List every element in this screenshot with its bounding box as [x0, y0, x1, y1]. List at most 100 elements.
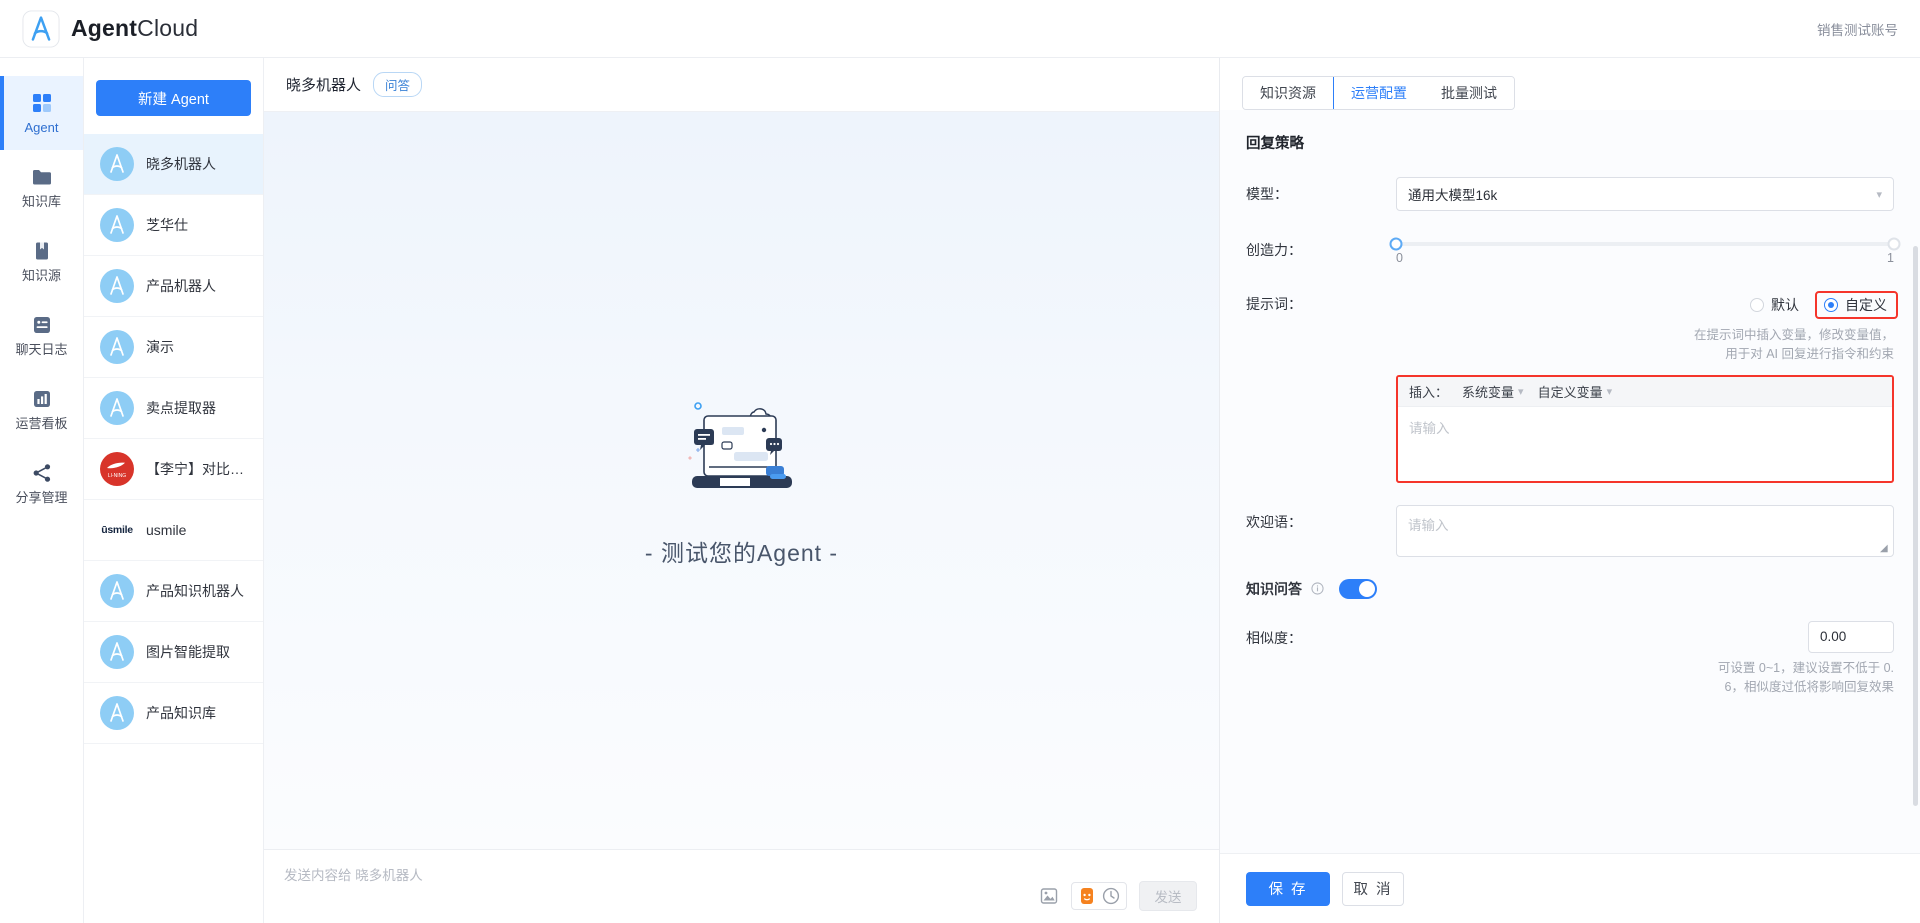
- folder-icon: [32, 170, 51, 185]
- chat-toolbar: 发送: [1039, 881, 1197, 911]
- sticker-icon[interactable]: [1101, 886, 1121, 906]
- chevron-down-icon: ▾: [1876, 188, 1882, 201]
- list-item-label: 产品知识库: [146, 705, 216, 721]
- form-row-knowledge-qa: 知识问答: [1246, 578, 1894, 599]
- bar-chart-icon: [33, 391, 50, 407]
- usmile-logo-text: ūsmile: [101, 524, 133, 536]
- prompt-editor-control: 插入： 系统变量 ▾ 自定义变量 ▾ 请输入: [1396, 374, 1894, 483]
- send-button[interactable]: 发送: [1139, 881, 1197, 911]
- list-item[interactable]: 演示: [84, 317, 263, 378]
- radio-label-default: 默认: [1771, 297, 1799, 313]
- label-prompt: 提示词：: [1246, 296, 1302, 312]
- similarity-hint-control: 可设置 0~1，建议设置不低于 0. 6，相似度过低将影响回复效果: [1396, 659, 1894, 698]
- brand[interactable]: AgentCloud: [22, 9, 199, 48]
- nav-rail: Agent 知识库 知识源 聊天日志 运营看板 分享管理: [0, 58, 84, 923]
- cancel-button[interactable]: 取 消: [1342, 871, 1404, 906]
- prompt-hint-line2: 用于对 AI 回复进行指令和约束: [1725, 347, 1894, 362]
- slider-max-label: 1: [1887, 251, 1894, 265]
- new-agent-button[interactable]: 新建 Agent: [96, 80, 251, 116]
- sidebar-item-knowledge-source[interactable]: 知识源: [0, 224, 83, 298]
- slider-min-label: 0: [1396, 251, 1403, 265]
- svg-text:LI-NING: LI-NING: [108, 473, 126, 479]
- sidebar-label-chat-log: 聊天日志: [15, 342, 68, 357]
- emoji-picker-group[interactable]: [1071, 882, 1127, 910]
- model-select[interactable]: 通用大模型16k ▾: [1396, 177, 1894, 211]
- sidebar-item-knowledge-base[interactable]: 知识库: [0, 150, 83, 224]
- list-item[interactable]: 产品知识库: [84, 683, 263, 744]
- knowledge-qa-toggle[interactable]: [1339, 578, 1377, 599]
- config-scrollbar[interactable]: [1913, 246, 1918, 806]
- laptop-chat-illustration-icon: [687, 401, 792, 488]
- radio-prompt-default[interactable]: 默认: [1750, 295, 1799, 315]
- model-control: 通用大模型16k ▾: [1396, 177, 1894, 211]
- chat-header: 晓多机器人 问答: [264, 58, 1219, 112]
- agent-default-avatar: [100, 208, 134, 242]
- label-welcome: 欢迎语：: [1246, 513, 1302, 530]
- list-item[interactable]: 图片智能提取: [84, 622, 263, 683]
- save-button[interactable]: 保 存: [1246, 871, 1330, 906]
- list-item-label: 产品机器人: [146, 278, 216, 294]
- label-prompt-editor-spacer: [1246, 375, 1396, 483]
- form-row-welcome: 欢迎语： 请输入 ◢: [1246, 504, 1894, 557]
- prompt-placeholder: 请输入: [1409, 420, 1450, 436]
- brand-light: Cloud: [137, 15, 199, 41]
- resize-grip-icon[interactable]: ◢: [1880, 543, 1890, 554]
- account-name[interactable]: 销售测试账号: [1817, 19, 1898, 39]
- list-item-label: 【李宁】对比话术...: [146, 461, 253, 477]
- slider-track[interactable]: [1389, 237, 1901, 251]
- sidebar-label-share-management: 分享管理: [15, 490, 68, 505]
- share-icon: [33, 464, 50, 482]
- agent-list-panel: 新建 Agent 晓多机器人 芝华仕 产品机器人 演示 卖点提取器 LI-NIN…: [84, 58, 264, 923]
- radio-prompt-custom[interactable]: 自定义: [1815, 291, 1898, 319]
- creativity-slider[interactable]: 0 1: [1389, 233, 1901, 265]
- prompt-textarea[interactable]: 请输入: [1398, 407, 1892, 481]
- book-icon: [35, 242, 48, 260]
- app-root: AgentCloud 销售测试账号 Agent 知识库 知识源 聊天日志 运营看…: [0, 0, 1920, 923]
- radio-label-custom: 自定义: [1845, 297, 1887, 313]
- tab-operation-config[interactable]: 运营配置: [1333, 77, 1425, 109]
- top-bar: AgentCloud 销售测试账号: [0, 0, 1920, 58]
- insert-system-variable-dropdown[interactable]: 系统变量 ▾: [1462, 382, 1524, 401]
- form-row-model: 模型： 通用大模型16k ▾: [1246, 177, 1894, 211]
- emoji-icon[interactable]: [1077, 886, 1097, 906]
- list-item[interactable]: 产品知识机器人: [84, 561, 263, 622]
- chat-log-icon: [33, 317, 50, 333]
- sidebar-item-agent[interactable]: Agent: [0, 76, 83, 150]
- prompt-editor-box[interactable]: 插入： 系统变量 ▾ 自定义变量 ▾ 请输入: [1396, 374, 1894, 483]
- list-item-label: 晓多机器人: [146, 156, 216, 172]
- grid-icon: [32, 94, 51, 112]
- list-item[interactable]: 产品机器人: [84, 256, 263, 317]
- agent-default-avatar: [100, 635, 134, 669]
- page-title: 晓多机器人: [286, 77, 362, 94]
- sidebar-item-dashboard[interactable]: 运营看板: [0, 372, 83, 446]
- sidebar-item-chat-log[interactable]: 聊天日志: [0, 298, 83, 372]
- tab-batch-test[interactable]: 批量测试: [1424, 77, 1514, 109]
- list-item[interactable]: LI-NING 【李宁】对比话术...: [84, 439, 263, 500]
- main-body: Agent 知识库 知识源 聊天日志 运营看板 分享管理 新建 Agent 晓多…: [0, 58, 1920, 923]
- tab-knowledge-resource[interactable]: 知识资源: [1243, 77, 1334, 109]
- list-item[interactable]: 晓多机器人: [84, 134, 263, 195]
- config-form: 回复策略 模型： 通用大模型16k ▾ 创造力： 0 1 提示词： 默认 自定义…: [1220, 110, 1920, 853]
- sidebar-label-knowledge-base: 知识库: [21, 194, 61, 209]
- sidebar-item-share-management[interactable]: 分享管理: [0, 446, 83, 520]
- welcome-textarea[interactable]: 请输入 ◢: [1396, 504, 1894, 557]
- slider-handle-end[interactable]: [1887, 237, 1901, 251]
- slider-handle-start[interactable]: [1389, 237, 1403, 251]
- radio-dot-custom: [1824, 298, 1838, 312]
- chat-input-area[interactable]: 发送内容给 晓多机器人 发送: [264, 849, 1219, 923]
- list-item[interactable]: 芝华仕: [84, 195, 263, 256]
- list-item-label: 卖点提取器: [146, 400, 216, 416]
- image-upload-icon[interactable]: [1039, 886, 1059, 906]
- insert-custom-variable-dropdown[interactable]: 自定义变量 ▾: [1538, 382, 1613, 401]
- list-item-label: 芝华仕: [146, 217, 188, 233]
- list-item[interactable]: ūsmile usmile: [84, 500, 263, 561]
- prompt-hint: 在提示词中插入变量，修改变量值， 用于对 AI 回复进行指令和约束: [1396, 326, 1894, 365]
- similarity-input[interactable]: 0.00: [1808, 620, 1894, 653]
- tab-group: 知识资源 运营配置 批量测试: [1242, 76, 1515, 110]
- chat-panel: 晓多机器人 问答 - 测试您的Agent - 发送内容给 晓多机器人 发送: [264, 58, 1220, 923]
- agent-default-avatar: [100, 269, 134, 303]
- prompt-toolbar-prefix: 插入：: [1409, 384, 1449, 400]
- label-creativity: 创造力：: [1246, 242, 1302, 258]
- list-item[interactable]: 卖点提取器: [84, 378, 263, 439]
- info-circle-icon[interactable]: [1311, 582, 1324, 595]
